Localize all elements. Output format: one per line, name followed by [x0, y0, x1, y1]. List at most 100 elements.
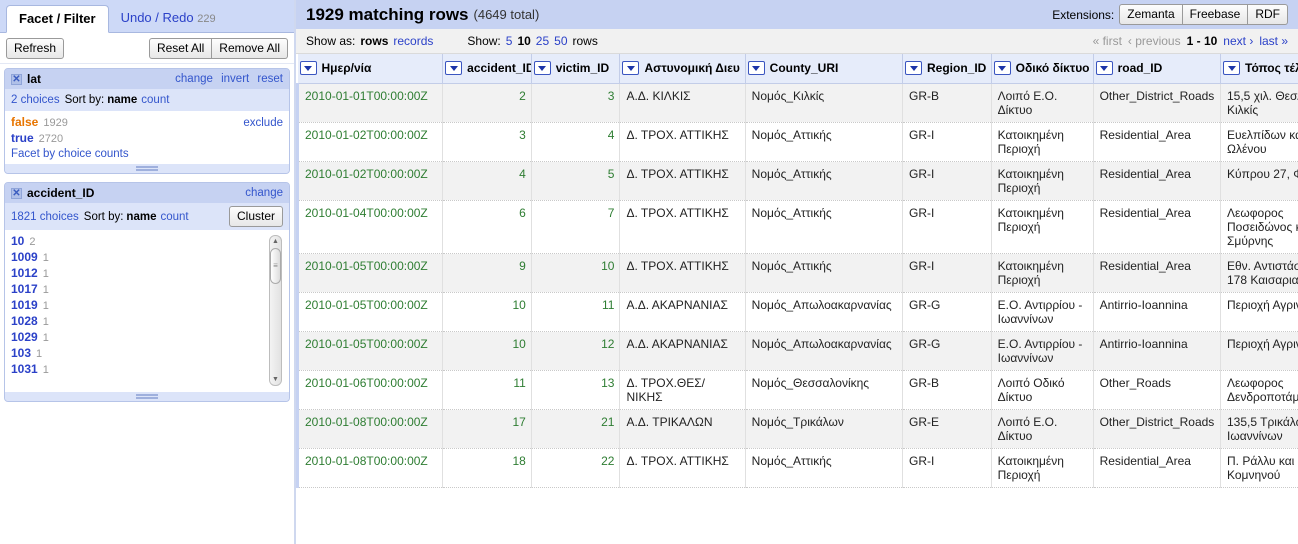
facet-choice-row[interactable]: 1028 1: [11, 313, 267, 329]
cell-road[interactable]: Other_Roads: [1093, 370, 1222, 410]
cell-place[interactable]: Ευελπίδων και Ωλένου: [1220, 122, 1298, 162]
facet-choice-label[interactable]: 1017: [11, 282, 38, 296]
cell-road[interactable]: Residential_Area: [1093, 253, 1222, 293]
cell-police[interactable]: Δ. ΤΡΟΧ. ΑΤΤΙΚΗΣ: [619, 122, 746, 162]
table-row[interactable]: 2010-01-04T00:00:00Z 6 7 Δ. ΤΡΟΧ. ΑΤΤΙΚΗ…: [296, 200, 1298, 254]
facet-change-link[interactable]: change: [245, 187, 283, 199]
refresh-button[interactable]: Refresh: [6, 37, 65, 59]
cell-road[interactable]: Other_District_Roads: [1093, 409, 1222, 449]
cell-date[interactable]: 2010-01-05T00:00:00Z: [296, 253, 444, 293]
cell-accident-id[interactable]: 10: [442, 331, 532, 371]
facet-choice-label[interactable]: 1019: [11, 298, 38, 312]
cell-network[interactable]: Κατοικημένη Περιοχή: [991, 253, 1094, 293]
column-header-date[interactable]: Ημερ/νία: [297, 54, 444, 84]
table-row[interactable]: 2010-01-08T00:00:00Z 18 22 Δ. ΤΡΟΧ. ΑΤΤΙ…: [296, 448, 1298, 488]
facet-resize-handle[interactable]: [5, 164, 289, 173]
cell-road[interactable]: Antirrio-Ioannina: [1093, 292, 1222, 332]
cell-road[interactable]: Other_District_Roads: [1093, 83, 1222, 123]
extension-freebase-button[interactable]: Freebase: [1182, 4, 1249, 25]
cell-victim-id[interactable]: 4: [531, 122, 621, 162]
pager-first-link[interactable]: « first: [1093, 34, 1122, 48]
cell-date[interactable]: 2010-01-08T00:00:00Z: [296, 448, 444, 488]
show-25-option[interactable]: 25: [536, 34, 549, 48]
chevron-down-icon[interactable]: [1223, 61, 1240, 76]
show-10-option[interactable]: 10: [517, 34, 530, 48]
facet-resize-handle[interactable]: [5, 392, 289, 401]
facet-choice-row[interactable]: 1012 1: [11, 265, 267, 281]
cell-victim-id[interactable]: 5: [531, 161, 621, 201]
chevron-down-icon[interactable]: [299, 61, 317, 76]
show-as-rows-option[interactable]: rows: [360, 34, 388, 48]
cell-victim-id[interactable]: 3: [531, 83, 621, 123]
cell-victim-id[interactable]: 7: [531, 200, 621, 254]
scrollbar-thumb[interactable]: ≡: [270, 248, 281, 284]
cell-place[interactable]: 15,5 χιλ. Θεσ/νίκης-Κιλκίς: [1220, 83, 1298, 123]
table-row[interactable]: 2010-01-05T00:00:00Z 10 12 Α.Δ. ΑΚΑΡΝΑΝΙ…: [296, 331, 1298, 371]
facet-lat-sort-count[interactable]: count: [141, 94, 169, 106]
facet-change-link[interactable]: change: [175, 73, 213, 85]
cell-network[interactable]: Ε.Ο. Αντιρρίου - Ιωαννίνων: [991, 331, 1094, 371]
chevron-down-icon[interactable]: [905, 61, 922, 76]
cell-county[interactable]: Νομός_Απωλοακαρνανίας: [745, 331, 904, 371]
cell-police[interactable]: Α.Δ. ΤΡΙΚΑΛΩΝ: [619, 409, 746, 449]
cell-network[interactable]: Κατοικημένη Περιοχή: [991, 122, 1094, 162]
chevron-down-icon[interactable]: [622, 61, 640, 76]
cell-road[interactable]: Residential_Area: [1093, 161, 1222, 201]
pager-next-link[interactable]: next ›: [1223, 34, 1253, 48]
cell-police[interactable]: Α.Δ. ΑΚΑΡΝΑΝΙΑΣ: [619, 292, 746, 332]
facet-by-choice-counts-link[interactable]: Facet by choice counts: [11, 148, 283, 160]
cell-police[interactable]: Δ. ΤΡΟΧ. ΑΤΤΙΚΗΣ: [619, 161, 746, 201]
facet-choice-row[interactable]: false 1929 exclude: [11, 114, 283, 130]
chevron-down-icon[interactable]: [533, 61, 551, 76]
cell-county[interactable]: Νομός_Απωλοακαρνανίας: [745, 292, 904, 332]
remove-all-button[interactable]: Remove All: [212, 37, 288, 59]
cell-accident-id[interactable]: 3: [442, 122, 532, 162]
table-row[interactable]: 2010-01-05T00:00:00Z 10 11 Α.Δ. ΑΚΑΡΝΑΝΙ…: [296, 292, 1298, 332]
scroll-up-icon[interactable]: ▲: [270, 236, 281, 247]
cell-region[interactable]: GR-G: [902, 292, 992, 332]
cell-county[interactable]: Νομός_Αττικής: [745, 448, 904, 488]
facet-choice-label[interactable]: 10: [11, 234, 24, 248]
table-row[interactable]: 2010-01-01T00:00:00Z 2 3 Α.Δ. ΚΙΛΚΙΣ Νομ…: [296, 83, 1298, 123]
column-header-police[interactable]: Αστυνομική Διευ: [619, 54, 746, 84]
facet-choice-row[interactable]: true 2720: [11, 130, 283, 146]
table-row[interactable]: 2010-01-02T00:00:00Z 3 4 Δ. ΤΡΟΧ. ΑΤΤΙΚΗ…: [296, 122, 1298, 162]
cell-date[interactable]: 2010-01-06T00:00:00Z: [296, 370, 444, 410]
facet-choice-list[interactable]: 10 2 1009 1 1012 1 1017 1 1019 1 1028 1 …: [11, 233, 283, 388]
facet-choice-row[interactable]: 1009 1: [11, 249, 267, 265]
column-header-victim-id[interactable]: victim_ID: [531, 54, 621, 84]
chevron-down-icon[interactable]: [445, 61, 463, 76]
facet-lat-sort-name[interactable]: name: [107, 94, 137, 106]
chevron-down-icon[interactable]: [1095, 61, 1113, 76]
facet-choice-label[interactable]: 1031: [11, 362, 38, 376]
facet-choice-label[interactable]: 1029: [11, 330, 38, 344]
cell-accident-id[interactable]: 6: [442, 200, 532, 254]
facet-choice-row[interactable]: 1017 1: [11, 281, 267, 297]
cell-county[interactable]: Νομός_Αττικής: [745, 253, 904, 293]
cell-date[interactable]: 2010-01-02T00:00:00Z: [296, 161, 444, 201]
data-grid-container[interactable]: Ημερ/νία accident_ID victim_ID Αστυνομικ…: [296, 54, 1298, 544]
extension-rdf-button[interactable]: RDF: [1248, 4, 1288, 25]
cell-police[interactable]: Α.Δ. ΚΙΛΚΙΣ: [619, 83, 746, 123]
cell-region[interactable]: GR-B: [902, 370, 992, 410]
cell-place[interactable]: Κύπρου 27, Φάληρο: [1220, 161, 1298, 201]
cell-police[interactable]: Δ. ΤΡΟΧ.ΘΕΣ/ΝΙΚΗΣ: [619, 370, 746, 410]
cell-date[interactable]: 2010-01-05T00:00:00Z: [296, 292, 444, 332]
column-header-place[interactable]: Τόπος τέλεσης (: [1220, 54, 1298, 84]
column-header-accident-id[interactable]: accident_ID: [442, 54, 532, 84]
cell-county[interactable]: Νομός_Κιλκίς: [745, 83, 904, 123]
cell-accident-id[interactable]: 17: [442, 409, 532, 449]
cell-police[interactable]: Δ. ΤΡΟΧ. ΑΤΤΙΚΗΣ: [619, 448, 746, 488]
column-header-road-network[interactable]: Οδικό δίκτυο: [991, 54, 1094, 84]
facet-invert-link[interactable]: invert: [221, 73, 249, 85]
close-icon[interactable]: ✕: [11, 73, 22, 85]
column-header-road-id[interactable]: road_ID: [1093, 54, 1222, 84]
chevron-down-icon[interactable]: [747, 61, 765, 76]
cell-road[interactable]: Antirrio-Ioannina: [1093, 331, 1222, 371]
column-header-county-uri[interactable]: County_URI: [745, 54, 904, 84]
cell-road[interactable]: Residential_Area: [1093, 200, 1222, 254]
facet-choice-label[interactable]: true: [11, 131, 34, 145]
cell-victim-id[interactable]: 22: [531, 448, 621, 488]
table-row[interactable]: 2010-01-06T00:00:00Z 11 13 Δ. ΤΡΟΧ.ΘΕΣ/Ν…: [296, 370, 1298, 410]
cell-region[interactable]: GR-I: [902, 122, 992, 162]
